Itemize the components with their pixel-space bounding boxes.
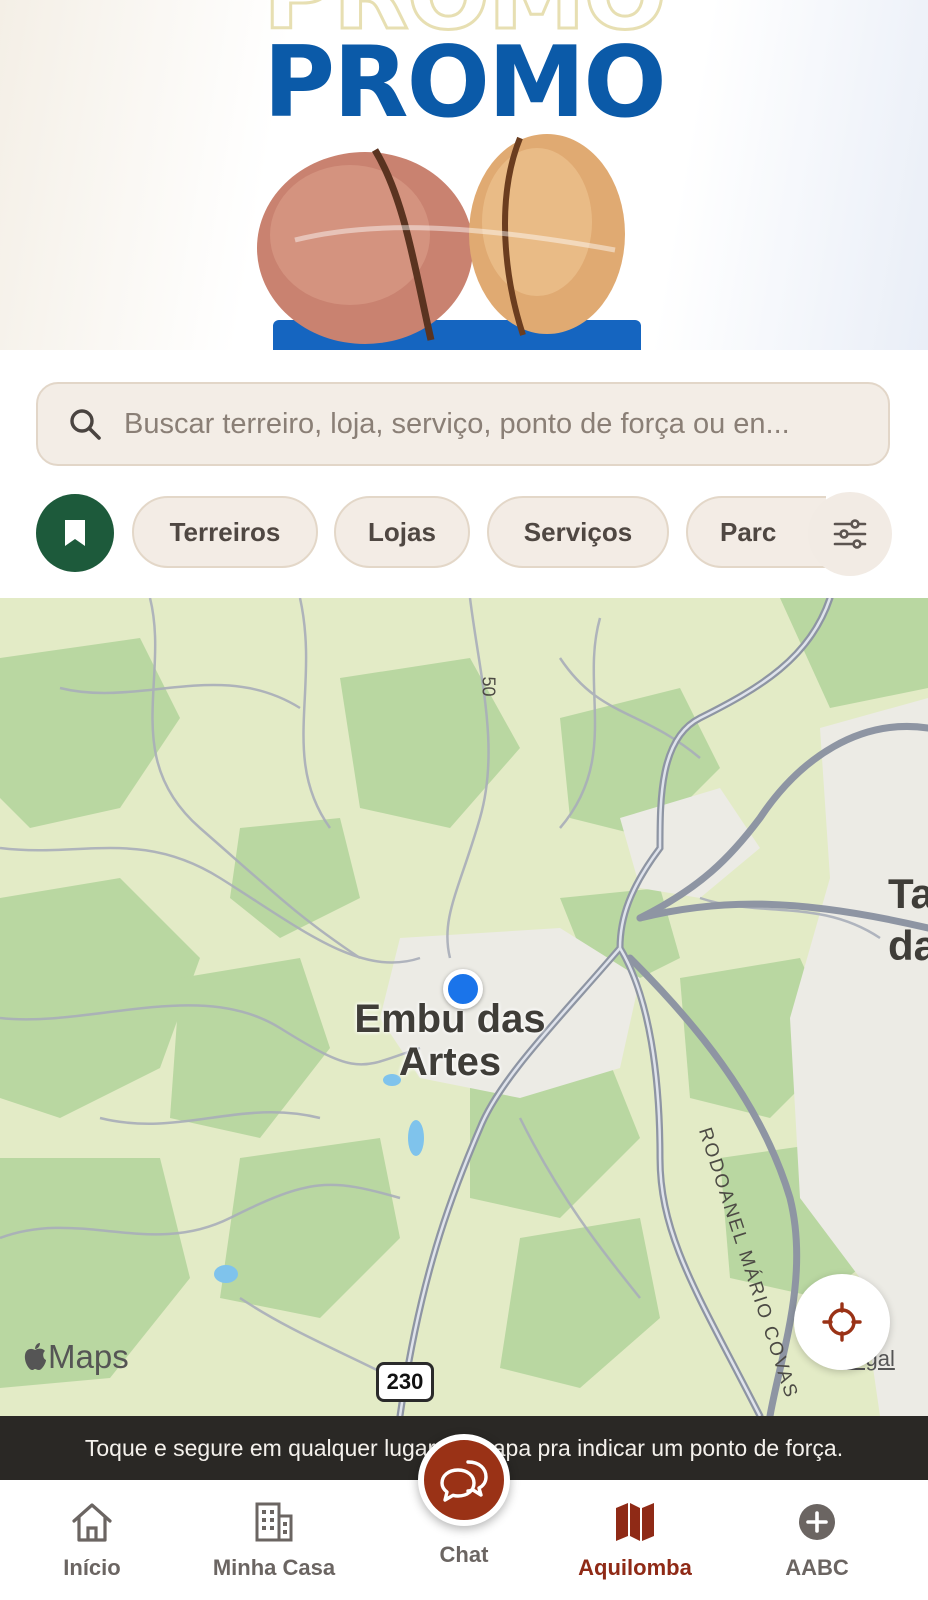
nav-minha-casa-label: Minha Casa (212, 1555, 336, 1580)
map-view[interactable]: 50 RODOANEL MÁRIO COVAS Embu das Artes T… (0, 598, 928, 1416)
category-chips: Terreiros Lojas Serviços Parc (132, 496, 826, 572)
chat-button[interactable] (418, 1434, 510, 1526)
chat-bubbles-icon (440, 1460, 488, 1502)
filter-row: Terreiros Lojas Serviços Parc (36, 492, 892, 576)
chip-lojas[interactable]: Lojas (334, 496, 470, 568)
promo-product-image (257, 134, 641, 350)
road-shield-230: 230 (376, 1362, 434, 1402)
nav-inicio[interactable]: Início (2, 1498, 182, 1594)
map-folded-icon (616, 1503, 654, 1541)
road-label-50: 50 (478, 676, 499, 697)
nav-inicio-label: Início (63, 1555, 121, 1580)
nav-aquilomba[interactable]: Aquilomba (545, 1498, 725, 1594)
bottom-nav: Início Minha Casa Chat Aquilomba AABC (0, 1434, 928, 1600)
search-icon (70, 409, 101, 440)
promo-headline: PROMO (263, 26, 666, 140)
sliders-icon (833, 519, 867, 549)
home-icon (72, 1503, 112, 1542)
plus-circle-icon (799, 1504, 835, 1540)
bookmark-icon (65, 520, 85, 546)
apple-maps-logo: Maps (22, 1338, 129, 1376)
crosshair-icon (822, 1302, 862, 1342)
nav-chat-label: Chat (439, 1542, 489, 1567)
nav-aabc-label: AABC (785, 1555, 849, 1580)
chip-parceiros[interactable]: Parc (686, 496, 826, 568)
apple-logo-icon (24, 1343, 46, 1370)
building-icon (255, 1502, 293, 1542)
locate-me-button[interactable] (794, 1274, 890, 1370)
chip-servicos[interactable]: Serviços (487, 496, 669, 568)
current-location-dot (443, 969, 483, 1009)
filter-settings-button[interactable] (808, 492, 892, 576)
city-label: Embu das Artes (354, 997, 546, 1084)
nav-minha-casa[interactable]: Minha Casa (184, 1498, 364, 1594)
nav-aquilomba-label: Aquilomba (578, 1555, 692, 1580)
search-bar[interactable] (36, 382, 890, 466)
chip-terreiros[interactable]: Terreiros (132, 496, 318, 568)
saved-places-button[interactable] (36, 494, 114, 572)
promo-banner[interactable]: PROMO PROMO (0, 0, 928, 350)
search-input[interactable] (122, 406, 854, 442)
nav-aabc[interactable]: AABC (727, 1498, 907, 1594)
edge-city-label: Ta da (888, 870, 928, 969)
maps-logo-text: Maps (48, 1338, 129, 1375)
